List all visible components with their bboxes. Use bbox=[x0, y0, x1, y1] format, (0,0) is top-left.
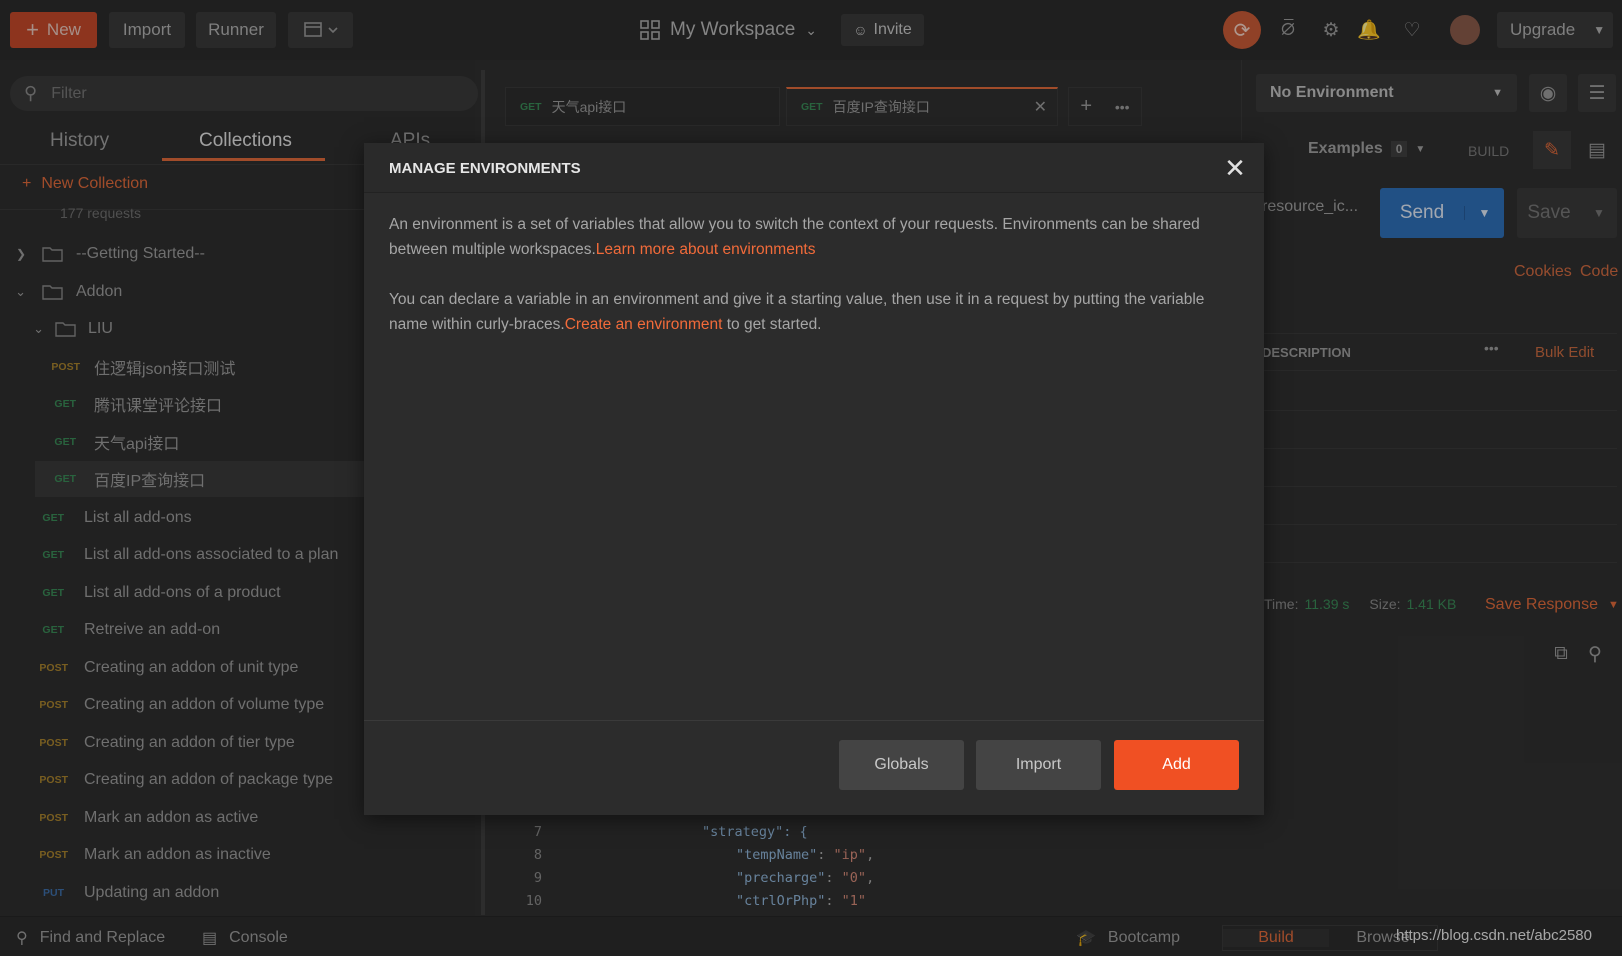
intro-paragraph: An environment is a set of variables tha… bbox=[389, 212, 1239, 262]
manage-environments-modal: MANAGE ENVIRONMENTS ✕ An environment is … bbox=[364, 143, 1264, 815]
instructions-paragraph: You can declare a variable in an environ… bbox=[389, 287, 1239, 337]
add-button[interactable]: Add bbox=[1114, 740, 1239, 790]
create-environment-link[interactable]: Create an environment bbox=[565, 316, 723, 333]
instructions-end: to get started. bbox=[722, 316, 822, 333]
import-button[interactable]: Import bbox=[976, 740, 1101, 790]
learn-more-link[interactable]: Learn more about environments bbox=[596, 241, 816, 258]
modal-title: MANAGE ENVIRONMENTS bbox=[389, 160, 581, 177]
close-icon[interactable]: ✕ bbox=[1220, 153, 1250, 183]
globals-button[interactable]: Globals bbox=[839, 740, 964, 790]
